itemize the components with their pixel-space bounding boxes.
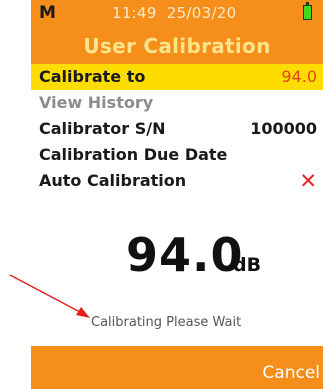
menu-item-label: Calibration Due Date bbox=[39, 145, 228, 164]
calibration-status-message: Calibrating Please Wait bbox=[91, 315, 242, 330]
cancel-button[interactable]: Cancel bbox=[262, 363, 320, 383]
mode-indicator: M bbox=[39, 3, 56, 23]
cross-icon: ✕ bbox=[299, 169, 317, 193]
menu-item-calibration-due-date[interactable]: Calibration Due Date bbox=[31, 142, 323, 168]
menu-item-calibrate-to[interactable]: Calibrate to 94.0 bbox=[31, 64, 323, 90]
menu-item-label: Calibrate to bbox=[39, 67, 146, 86]
calibrate-to-value: 94.0 bbox=[281, 67, 317, 86]
device-screen: M 11:49 25/03/20 User Calibration Calibra… bbox=[31, 0, 323, 389]
screenshot: M 11:49 25/03/20 User Calibration Calibra… bbox=[0, 0, 323, 389]
clock: 11:49 25/03/20 bbox=[112, 4, 237, 22]
level-unit: dB bbox=[233, 254, 262, 276]
menu-item-view-history: View History bbox=[31, 90, 323, 116]
menu-item-label: Auto Calibration bbox=[39, 171, 187, 190]
screen-title: User Calibration bbox=[83, 34, 271, 58]
status-bar: M 11:49 25/03/20 bbox=[31, 0, 323, 26]
date-text: 25/03/20 bbox=[166, 4, 237, 22]
softkey-bar: Cancel bbox=[31, 346, 323, 389]
level-reading: 94.0 bbox=[126, 228, 244, 282]
battery-full-icon bbox=[303, 2, 312, 20]
menu-item-calibrator-sn[interactable]: Calibrator S/N 100000 bbox=[31, 116, 323, 142]
menu-item-label: Calibrator S/N bbox=[39, 119, 166, 138]
calibrator-sn-value: 100000 bbox=[250, 119, 317, 138]
menu-item-label: View History bbox=[39, 93, 154, 112]
calibration-menu: Calibrate to 94.0 View History Calibrato… bbox=[31, 64, 323, 194]
title-bar: User Calibration bbox=[31, 26, 323, 64]
time-text: 11:49 bbox=[112, 4, 157, 22]
menu-item-auto-calibration[interactable]: Auto Calibration ✕ bbox=[31, 168, 323, 194]
